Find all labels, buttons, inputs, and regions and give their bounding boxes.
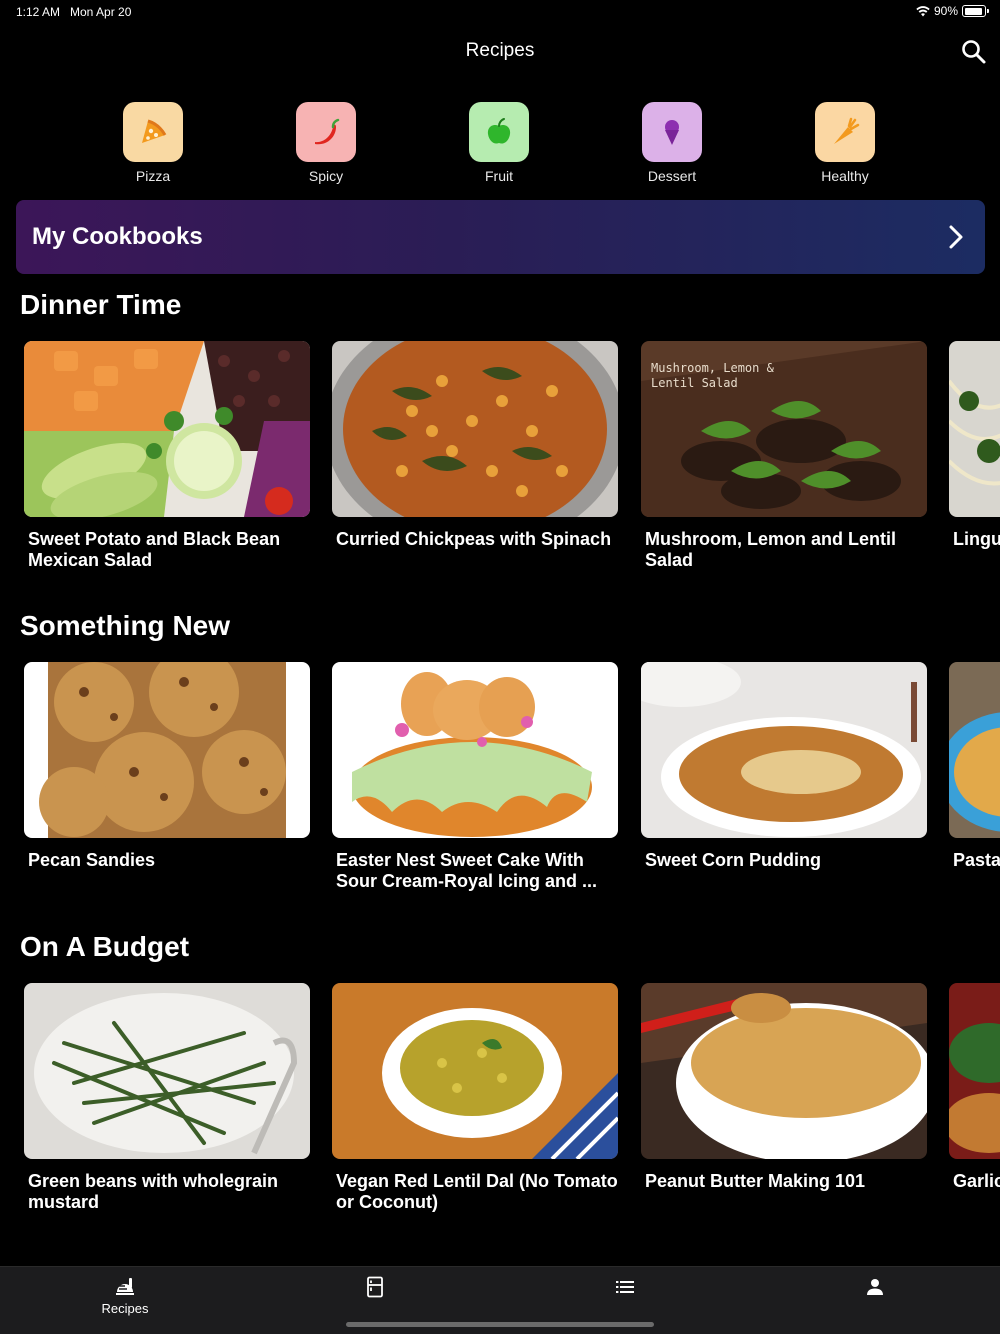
recipe-title: Peanut Butter Making 101 [645, 1171, 866, 1191]
page-title: Recipes [465, 40, 535, 61]
status-indicators: 90% [916, 4, 989, 18]
recipe-card[interactable]: Pecan Sandies [24, 662, 310, 871]
recipe-title: Vegan Red Lentil Dal (No Tomato or Cocon… [336, 1171, 618, 1212]
recipe-card[interactable]: Sweet Corn Pudding [641, 662, 927, 871]
recipe-title: Mushroom, Lemon and Lentil Salad [645, 529, 896, 570]
recipe-title: Garlic [953, 1171, 1000, 1191]
tab-fridge[interactable] [315, 1275, 435, 1299]
section-title-on-a-budget: On A Budget [20, 931, 190, 962]
recipe-title: Pecan Sandies [28, 850, 156, 870]
pizza-icon [123, 102, 183, 162]
recipe-card[interactable]: Pasta Lemo [949, 662, 1000, 871]
chili-icon [296, 102, 356, 162]
search-icon[interactable] [958, 36, 990, 68]
recipe-image [949, 341, 1000, 517]
fridge-icon [367, 1276, 383, 1298]
recipe-card[interactable]: Sweet Potato and Black Bean Mexican Sala… [24, 341, 310, 571]
home-indicator [346, 1322, 654, 1327]
tab-profile[interactable] [815, 1275, 935, 1299]
recipe-title: Green beans with wholegrain mustard [28, 1171, 279, 1212]
tab-list[interactable] [565, 1275, 685, 1299]
recipe-image [949, 662, 1000, 838]
category-pizza[interactable]: Pizza [108, 102, 198, 184]
category-label: Pizza [135, 168, 171, 184]
category-spicy[interactable]: Spicy [281, 102, 371, 184]
recipe-card[interactable]: Garlic [949, 983, 1000, 1192]
status-bar: 1:12 AM Mon Apr 20 90% [0, 0, 1000, 24]
ice-cream-icon [642, 102, 702, 162]
carrot-icon [815, 102, 875, 162]
recipe-image [641, 662, 927, 838]
list-icon [616, 1281, 634, 1293]
category-row: Pizza Spicy Fruit Dessert Healthy [0, 102, 1000, 184]
recipe-image [332, 341, 618, 517]
recipe-card[interactable]: Mushroom, Lemon & Lentil Salad Mushroom,… [641, 341, 927, 571]
apple-icon [469, 102, 529, 162]
recipe-row-on-a-budget[interactable]: Green beans with wholegrain mustard Vega… [0, 983, 1000, 1223]
section-title-dinner-time: Dinner Time [20, 289, 182, 320]
category-dessert[interactable]: Dessert [627, 102, 717, 184]
my-cookbooks-banner[interactable]: My Cookbooks [16, 200, 985, 274]
recipe-image [332, 983, 618, 1159]
recipe-image [332, 662, 618, 838]
status-time: 1:12 AM [16, 5, 61, 19]
recipe-image [949, 983, 1000, 1159]
battery-icon [962, 5, 989, 17]
recipe-title: Lingu White [953, 529, 1000, 549]
recipes-icon [116, 1278, 134, 1295]
status-date: Mon Apr 20 [70, 5, 132, 19]
chevron-right-icon [949, 225, 963, 249]
tab-recipes[interactable]: Recipes [65, 1275, 185, 1316]
recipe-image [24, 662, 310, 838]
image-caption-line-2: Lentil Salad [651, 376, 738, 390]
recipe-card[interactable]: Peanut Butter Making 101 [641, 983, 927, 1192]
category-label: Dessert [647, 168, 697, 184]
recipe-title: Sweet Potato and Black Bean Mexican Sala… [28, 529, 281, 570]
recipe-image [24, 341, 310, 517]
my-cookbooks-label: My Cookbooks [32, 223, 203, 250]
category-healthy[interactable]: Healthy [800, 102, 890, 184]
recipe-title: Pasta Lemo [953, 850, 1000, 870]
profile-icon [867, 1279, 883, 1295]
recipe-image: Mushroom, Lemon & Lentil Salad [641, 341, 927, 517]
recipe-card[interactable]: Curried Chickpeas with Spinach [332, 341, 618, 550]
recipe-card[interactable]: Green beans with wholegrain mustard [24, 983, 310, 1213]
recipe-row-dinner-time[interactable]: Sweet Potato and Black Bean Mexican Sala… [0, 341, 1000, 581]
recipe-title: Easter Nest Sweet Cake With Sour Cream-R… [336, 850, 598, 891]
recipe-row-something-new[interactable]: Pecan Sandies Easter Nest Sweet Cake Wit… [0, 662, 1000, 902]
section-title-something-new: Something New [20, 610, 231, 641]
tab-label: Recipes [101, 1301, 149, 1316]
category-label: Spicy [308, 168, 344, 184]
recipe-image [24, 983, 310, 1159]
category-label: Fruit [485, 168, 513, 184]
recipe-card[interactable]: Lingu White [949, 341, 1000, 550]
image-caption-line-1: Mushroom, Lemon & [651, 361, 775, 375]
category-fruit[interactable]: Fruit [454, 102, 544, 184]
recipe-title: Curried Chickpeas with Spinach [336, 529, 612, 549]
wifi-icon [916, 6, 930, 17]
recipe-card[interactable]: Vegan Red Lentil Dal (No Tomato or Cocon… [332, 983, 618, 1213]
recipe-card[interactable]: Easter Nest Sweet Cake With Sour Cream-R… [332, 662, 618, 892]
battery-percent: 90% [933, 4, 958, 18]
recipe-image [641, 983, 927, 1159]
recipe-title: Sweet Corn Pudding [645, 850, 822, 870]
category-label: Healthy [821, 168, 869, 184]
